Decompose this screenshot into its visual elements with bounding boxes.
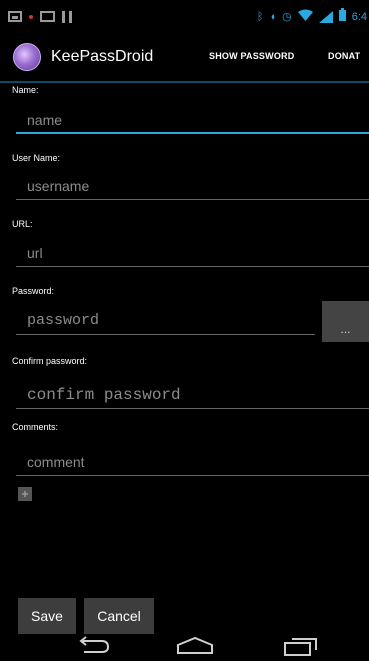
vibrate-icon: ◖ [269, 10, 277, 23]
plus-icon [22, 491, 28, 497]
wifi-icon [297, 8, 313, 26]
status-bar: ᛒ ◖ ◷ 6:4 [0, 0, 369, 33]
action-bar: KeePassDroid SHOW PASSWORD DONAT [0, 33, 369, 83]
recent-apps-icon[interactable] [283, 636, 319, 661]
show-password-button[interactable]: SHOW PASSWORD [209, 51, 294, 61]
cancel-button[interactable]: Cancel [84, 598, 154, 634]
name-input[interactable]: name [16, 107, 369, 134]
pause-icon [62, 10, 72, 23]
home-icon[interactable] [176, 636, 214, 661]
notification-dot-icon [29, 14, 33, 19]
password-input[interactable]: password [16, 308, 315, 335]
mail-icon [40, 11, 55, 22]
app-title: KeePassDroid [51, 48, 154, 65]
clock: 6:4 [351, 10, 367, 23]
name-label: Name: [12, 85, 39, 95]
comment-input[interactable]: comment [16, 449, 369, 476]
signal-icon [318, 10, 333, 23]
add-field-button[interactable] [18, 487, 32, 501]
username-input[interactable]: username [16, 173, 369, 200]
back-icon[interactable] [76, 636, 112, 661]
navigation-bar [0, 634, 369, 658]
save-button[interactable]: Save [18, 598, 76, 634]
donate-button[interactable]: DONAT [328, 51, 360, 61]
generate-password-button[interactable]: ... [322, 301, 369, 342]
password-label: Password: [12, 286, 55, 296]
username-label: User Name: [12, 153, 61, 163]
keepass-logo-icon[interactable] [13, 43, 41, 71]
confirm-password-input[interactable]: confirm password [16, 382, 369, 409]
url-input[interactable]: url [16, 240, 369, 267]
url-label: URL: [12, 219, 33, 229]
bluetooth-icon: ᛒ [256, 10, 264, 23]
alarm-icon: ◷ [282, 11, 292, 23]
image-icon [8, 11, 22, 22]
confirm-password-label: Confirm password: [12, 356, 88, 366]
comments-label: Comments: [12, 422, 59, 432]
battery-icon [338, 7, 346, 26]
